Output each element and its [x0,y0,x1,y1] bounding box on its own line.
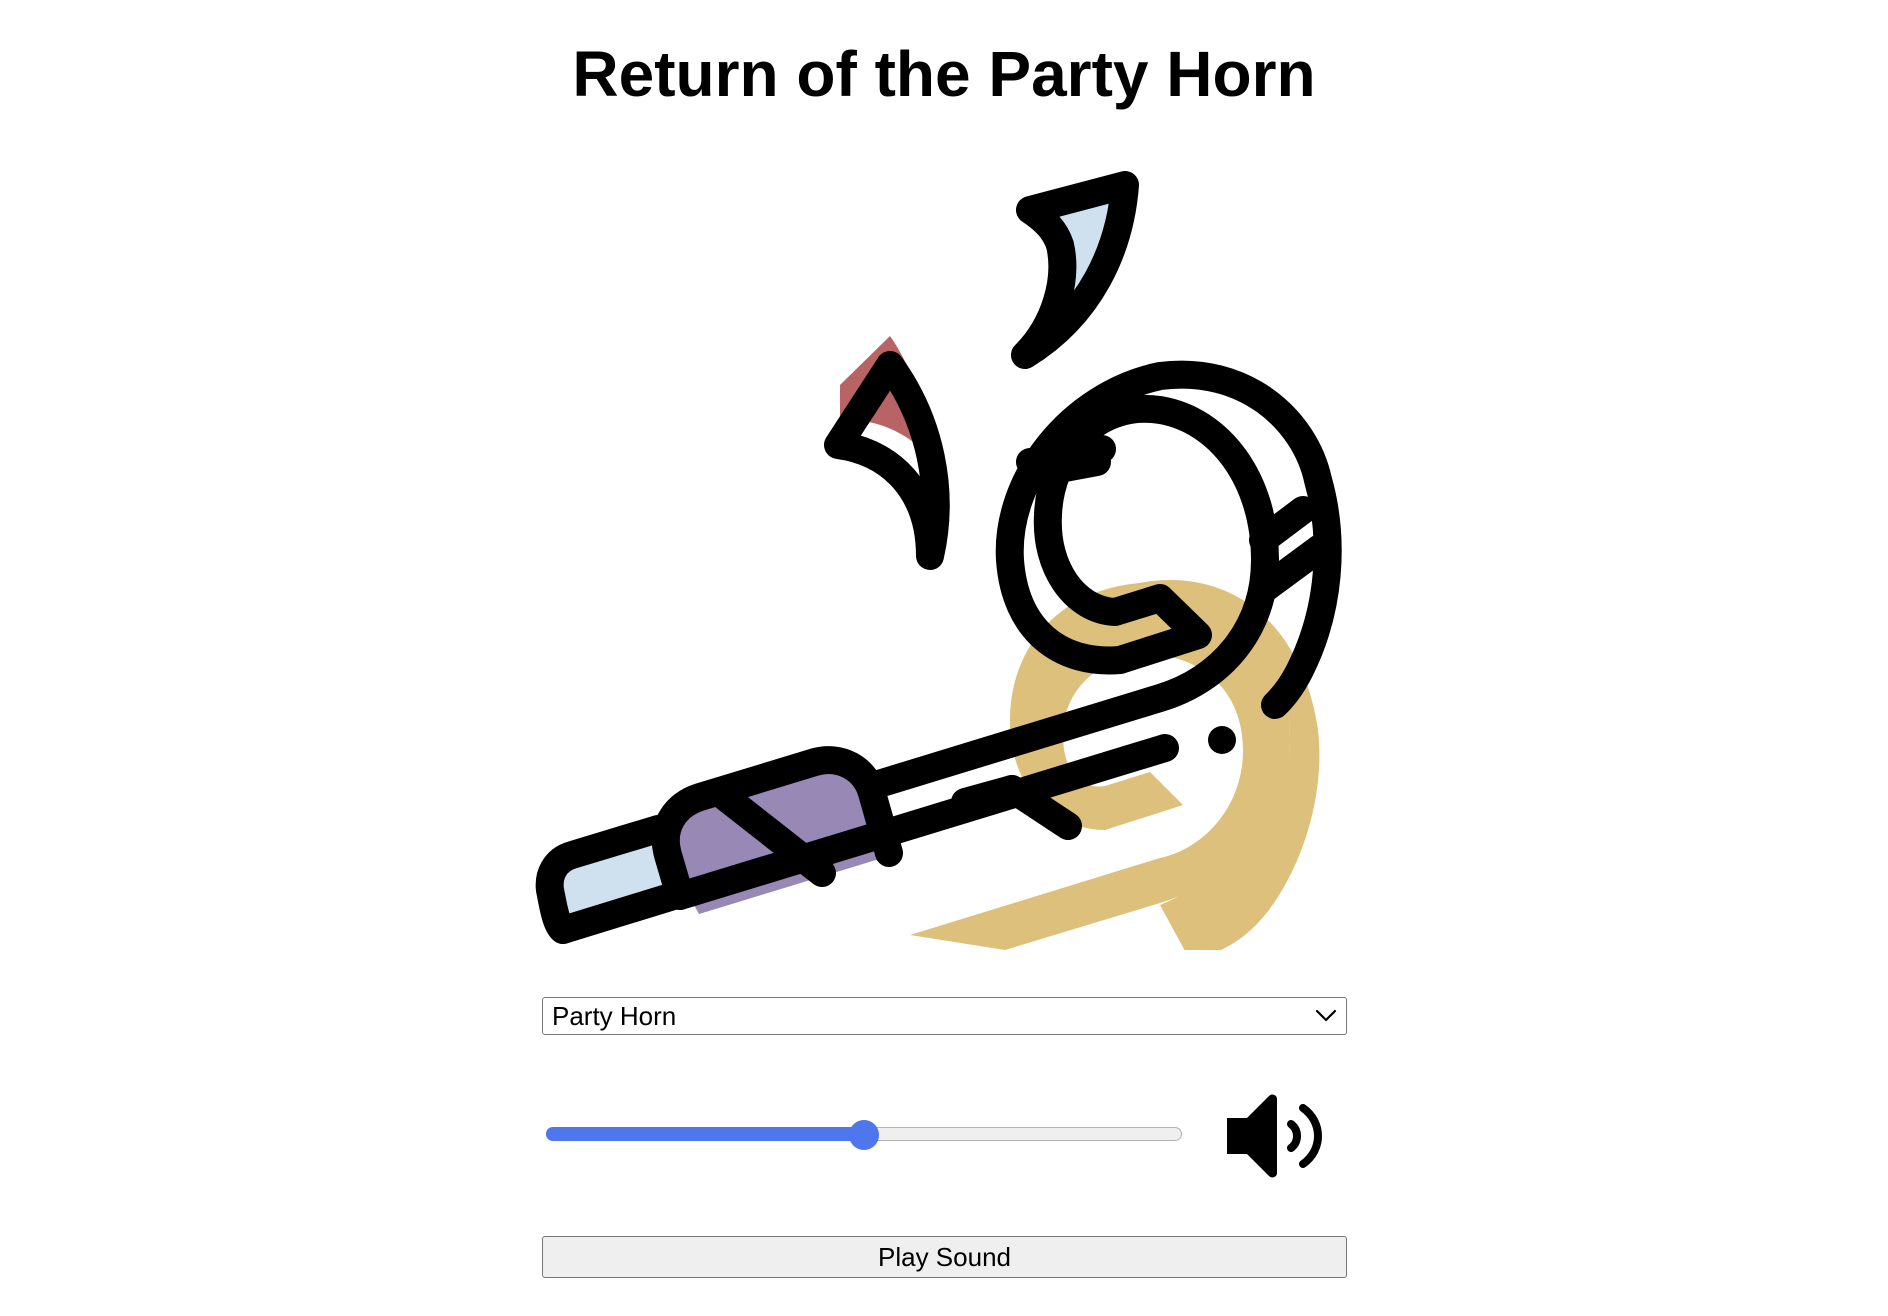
volume-slider-fill [546,1127,864,1141]
sound-select[interactable]: Party Horn [542,997,1347,1035]
volume-high-icon[interactable] [1225,1090,1335,1182]
page-title: Return of the Party Horn [572,38,1316,110]
horn-dot [1208,726,1236,754]
sound-select-value: Party Horn [552,1000,677,1031]
play-sound-button[interactable]: Play Sound [542,1236,1347,1278]
volume-slider[interactable] [546,1120,1184,1150]
party-horn-icon [535,171,1342,950]
volume-slider-thumb[interactable] [849,1120,879,1150]
chevron-down-icon [1306,998,1346,1034]
